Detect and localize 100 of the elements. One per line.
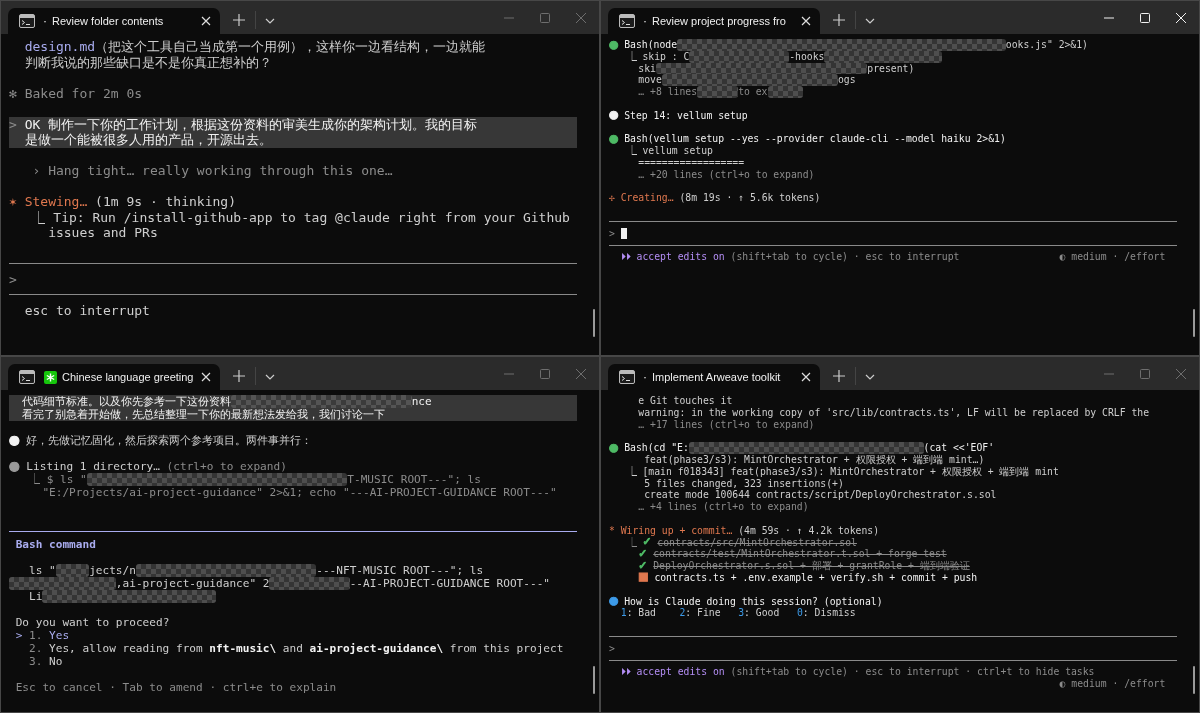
- chevron-down-icon[interactable]: [865, 374, 875, 380]
- terminal-text: Listing 1 directory… (ctrl+o to expand): [26, 460, 287, 473]
- terminal-icon: [619, 14, 635, 28]
- terminal-text: e Git touches it: [638, 395, 733, 407]
- terminal-text: … +17 lines (ctrl+o to expand): [638, 418, 815, 431]
- terminal-text: 好，先做记忆固化，然后探索两个参考项目。两件事并行：: [26, 434, 313, 447]
- scrollbar-thumb[interactable]: [1193, 309, 1195, 337]
- terminal-tab[interactable]: · Review folder contents: [8, 8, 220, 34]
- status-mark: ●: [609, 110, 619, 122]
- status-mark: ✓: [638, 548, 648, 560]
- terminal-text: ski: [638, 62, 656, 75]
- terminal-text: design.md（把这个工具自己当成第一个用例），这样你一边看结构，一边就能: [24, 39, 486, 55]
- terminal-text: move: [638, 74, 662, 87]
- terminal-text: ✢ Creating… (8m 19s · ↑ 5.6k tokens): [609, 192, 821, 205]
- terminal-text: present): [867, 62, 915, 75]
- effort-indicator: ◐ medium · /effort: [1059, 251, 1166, 264]
- status-hint: ⏵⏵ accept edits on (shift+tab to cycle) · esc to interrupt · ctrl+t to hide tasks: [620, 666, 1095, 679]
- terminal-text: ⎿: [626, 536, 637, 549]
- terminal-text: Bash command: [15, 538, 96, 551]
- terminal-text: Bash(cd "E:: [624, 442, 689, 454]
- option-item[interactable]: 3. No: [9, 655, 63, 668]
- asterisk-icon: [44, 370, 57, 384]
- terminal-text: › Hang tight… really working through this one…: [32, 163, 393, 179]
- status-hint: ⏵⏵ accept edits on (shift+tab to cycle) · esc to interrupt: [620, 251, 960, 264]
- status-mark: ●: [9, 434, 20, 447]
- status-mark: ✓: [638, 560, 648, 572]
- plus-icon[interactable]: [233, 14, 245, 26]
- terminal-text: esc to interrupt: [24, 302, 150, 318]
- status-mark: ●: [609, 442, 619, 454]
- tab-status-dot: ·: [43, 14, 47, 28]
- terminal-text: ⎿ [main f018343] feat(phase3/s3): MintOrchestrator + 权限授权 + 端到端 mint: [626, 465, 1059, 478]
- terminal-text: Esc to cancel · Tab to amend · ctrl+e to explain: [15, 681, 337, 694]
- terminal-text: DeployOrchestrator.s.sol + 部署 + grantRole + 端到端验证: [653, 560, 970, 572]
- terminal-text: Bash(vellum setup --yes --provider claude-cli --model haiku 2>&1): [624, 133, 1006, 145]
- terminal-text: … +4 lines (ctrl+o to expand): [638, 501, 809, 513]
- status-mark: ■: [638, 572, 649, 584]
- terminal-text: to ex: [738, 86, 768, 98]
- plus-icon[interactable]: [833, 370, 845, 382]
- terminal-icon: [619, 370, 635, 384]
- terminal-text: ogs: [837, 74, 856, 87]
- terminal-text: ,ai-project-guidance" 2: [115, 577, 270, 590]
- terminal-tab[interactable]: · Implement Arweave toolkit: [608, 364, 820, 390]
- terminal-text: issues and PRs: [48, 225, 158, 241]
- terminal-text: ✻ Baked for 2m 0s: [9, 85, 143, 101]
- terminal-text: --AI-PROJECT-GUIDANCE ROOT---": [349, 577, 550, 590]
- terminal-tab[interactable]: · Review project progress fro: [608, 8, 820, 34]
- effort-indicator: ◐ medium · /effort: [1059, 678, 1166, 690]
- option-item[interactable]: 2. Yes, allow reading from nft-music\ and ai-project-guidance\ from this project: [9, 642, 564, 655]
- terminal-text: Li: [29, 590, 43, 603]
- input-field[interactable]: >: [9, 271, 577, 287]
- input-field[interactable]: >: [609, 642, 1177, 655]
- terminal-text: warning: in the working copy of 'src/lib/contracts.ts', LF will be replaced by CRLF the: [638, 406, 1150, 419]
- terminal-text: Step 14: vellum setup: [624, 109, 748, 122]
- terminal-text: contracts/src/MintOrchestrator.sol: [657, 536, 857, 549]
- plus-icon[interactable]: [233, 370, 245, 382]
- terminal-text: ==================: [638, 156, 745, 169]
- terminal-text: ooks.js" 2>&1): [1005, 39, 1088, 51]
- terminal-text: ⎿ Tip: Run /install-github-app to tag @claude right from your Github: [32, 209, 570, 225]
- terminal-text: 1: Bad 2: Fine 3: Good 0: Dismiss: [620, 607, 856, 620]
- terminal-text: … +20 lines (ctrl+o to expand): [638, 168, 815, 181]
- chevron-down-icon[interactable]: [265, 18, 275, 24]
- terminal-text: create mode 100644 contracts/script/DeployOrchestrator.s.sol: [644, 489, 997, 502]
- message-text: nce: [411, 395, 432, 408]
- status-mark: ✓: [642, 537, 652, 548]
- terminal-text: -hooks: [789, 50, 825, 63]
- input-field[interactable]: >: [609, 227, 1177, 240]
- terminal-text: "E:/Projects/ai-project-guidance" 2>&1; echo "---AI-PROJECT-GUIDANCE ROOT---": [42, 486, 557, 499]
- terminal-text: 判断我说的那些缺口是不是你真正想补的？: [24, 54, 272, 70]
- terminal-text: feat(phase3/s3): MintOrchestrator + 权限授权 + 端到端 mint…): [644, 454, 985, 466]
- terminal-text: ⎿ skip : C: [626, 50, 690, 63]
- terminal-text: ls ": [29, 564, 56, 577]
- status-mark: ●: [9, 460, 20, 473]
- message-text: 是做一个能被很多人用的产品，开源出去。: [24, 132, 272, 148]
- scrollbar-thumb[interactable]: [593, 309, 595, 337]
- option-item[interactable]: > 1. Yes: [9, 629, 70, 642]
- scrollbar-thumb[interactable]: [1193, 666, 1195, 694]
- chevron-down-icon[interactable]: [265, 374, 275, 380]
- terminal-text: ⎿ vellum setup: [626, 145, 713, 157]
- scrollbar-thumb[interactable]: [593, 666, 595, 694]
- status-mark: ●: [609, 39, 619, 51]
- tab-status-dot: ·: [643, 370, 647, 384]
- terminal-text: ⎿ $ ls ": [29, 473, 87, 486]
- terminal-tab[interactable]: Chinese language greeting: [8, 364, 220, 390]
- terminal-icon: [19, 14, 35, 28]
- terminal-text: * Wiring up + commit… (4m 59s · ↑ 4.2k tokens): [609, 524, 880, 537]
- tab-status-dot: ·: [643, 14, 647, 28]
- terminal-text: Do you want to proceed?: [15, 616, 170, 629]
- tab-title: Chinese language greeting: [62, 371, 195, 383]
- terminal-text: Bash(node: [624, 39, 678, 51]
- terminal-text: ---NFT-MUSIC ROOT---"; ls: [316, 564, 484, 577]
- message-text: 看完了别急着开始做，先总结整理一下你的最新想法发给我，我们讨论一下: [22, 408, 386, 421]
- terminal-text: contracts/test/MintOrchestrator.t.sol + forge test: [653, 548, 947, 560]
- terminal-text: contracts.ts + .env.example + verify.sh + commit + push: [654, 571, 978, 584]
- tab-title: Review project progress fro: [652, 15, 787, 27]
- terminal-text: ✶ Stewing… (1m 9s · thinking): [9, 194, 236, 210]
- chevron-down-icon[interactable]: [865, 18, 875, 24]
- terminal-text: jects/n: [89, 564, 136, 577]
- terminal-text: How is Claude doing this session? (optional): [624, 595, 883, 608]
- terminal-icon: [19, 370, 35, 384]
- plus-icon[interactable]: [833, 14, 845, 26]
